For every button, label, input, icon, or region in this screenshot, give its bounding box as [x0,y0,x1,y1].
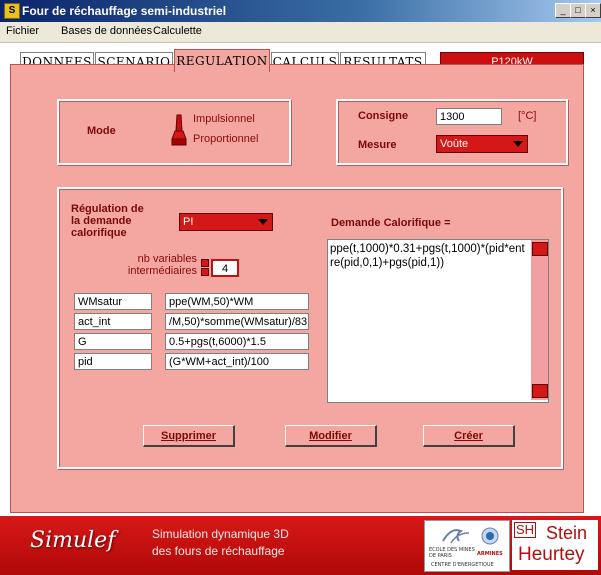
close-button[interactable]: × [585,3,601,18]
menu-bar: Fichier Bases de données Calculette [0,22,601,43]
demande-label: Demande Calorifique = [331,217,451,229]
armines-text: ARMINES [477,551,503,557]
armines-globe-icon [481,527,499,545]
simulef-logo: Simulef [30,528,116,553]
regulation-value: PI [183,216,194,228]
variable-expression-input[interactable]: /M,50)*somme(WMsatur)/83 [165,313,309,330]
regulation-group: Régulation de la demande calorifique PI … [57,187,563,469]
creer-button[interactable]: Créer [423,425,515,447]
spin-up-button[interactable] [201,259,209,267]
chevron-down-icon [258,219,268,225]
supprimer-button[interactable]: Supprimer [143,425,235,447]
scroll-up-button[interactable] [532,242,548,256]
demande-formula-area[interactable]: ppe(t,1000)*0.31+pgs(t,1000)*(pid*entre(… [327,239,549,403]
mode-selector[interactable] [171,113,187,147]
menu-calculette[interactable]: Calculette [153,25,202,37]
maximize-button[interactable]: □ [570,3,586,18]
variable-name-input[interactable]: act_int [74,313,152,330]
window-title: Four de réchauffage semi-industriel [22,4,227,18]
variable-name-input[interactable]: WMsatur [74,293,152,310]
consigne-unit: [°C] [518,110,537,122]
consigne-label: Consigne [358,110,409,122]
nb-variables-input[interactable]: 4 [211,259,239,277]
mode-option-proportionnel[interactable]: Proportionnel [193,133,258,145]
minimize-button[interactable]: _ [555,3,571,18]
tab-regulation[interactable]: REGULATION [174,49,270,72]
nb-variables-spinner[interactable] [201,259,209,277]
formula-scrollbar[interactable] [531,240,548,400]
footer-description: Simulation dynamique 3D des fours de réc… [152,527,289,558]
variable-name-input[interactable]: G [74,333,152,350]
mode-option-impulsionnel[interactable]: Impulsionnel [193,113,255,125]
title-bar: S Four de réchauffage semi-industriel _ … [0,0,601,22]
variable-expression-input[interactable]: ppe(WM,50)*WM [165,293,309,310]
mode-label: Mode [87,125,116,137]
mines-emblem-icon [442,529,470,544]
mines-school-text: ECOLE DES MINES DE PARIS [429,547,475,559]
spin-down-button[interactable] [201,268,209,276]
app-icon: S [4,3,20,19]
variable-expression-input[interactable]: (G*WM+act_int)/100 [165,353,309,370]
stein-heurtey-logo: SH Stein Heurtey [512,520,598,570]
mesure-value: Voûte [440,138,469,150]
mode-switch-icon [171,114,187,146]
mesure-select[interactable]: Voûte [436,135,528,153]
regulation-label: Régulation de la demande calorifique [71,203,144,239]
regulation-select[interactable]: PI [179,213,273,231]
menu-bases-de-donnees[interactable]: Bases de données [61,25,152,37]
regulation-panel: Mode Impulsionnel Proportionnel Consigne… [10,64,584,513]
chevron-down-icon [513,141,523,147]
demande-formula-text: ppe(t,1000)*0.31+pgs(t,1000)*(pid*entre(… [330,243,525,269]
mesure-label: Mesure [358,139,397,151]
stein-text: Stein [546,523,588,543]
footer-banner: Simulef Simulation dynamique 3D des four… [0,516,601,575]
variable-name-input[interactable]: pid [74,353,152,370]
variable-expression-input[interactable]: 0.5+pgs(t,6000)*1.5 [165,333,309,350]
mode-group: Mode Impulsionnel Proportionnel [57,99,291,165]
sh-mark: SH [514,522,537,538]
heurtey-text: Heurtey [518,544,585,565]
menu-fichier[interactable]: Fichier [6,25,39,37]
centre-energetique-text: CENTRE D'ENERGETIQUE [431,562,494,568]
nb-variables-label: nb variables intermédiaires [127,253,197,277]
armines-logo: ECOLE DES MINES DE PARIS ARMINES CENTRE … [424,520,510,572]
scroll-down-button[interactable] [532,384,548,398]
consigne-group: Consigne 1300 [°C] Mesure Voûte [336,99,568,165]
modifier-button[interactable]: Modifier [285,425,377,447]
consigne-input[interactable]: 1300 [436,108,502,125]
